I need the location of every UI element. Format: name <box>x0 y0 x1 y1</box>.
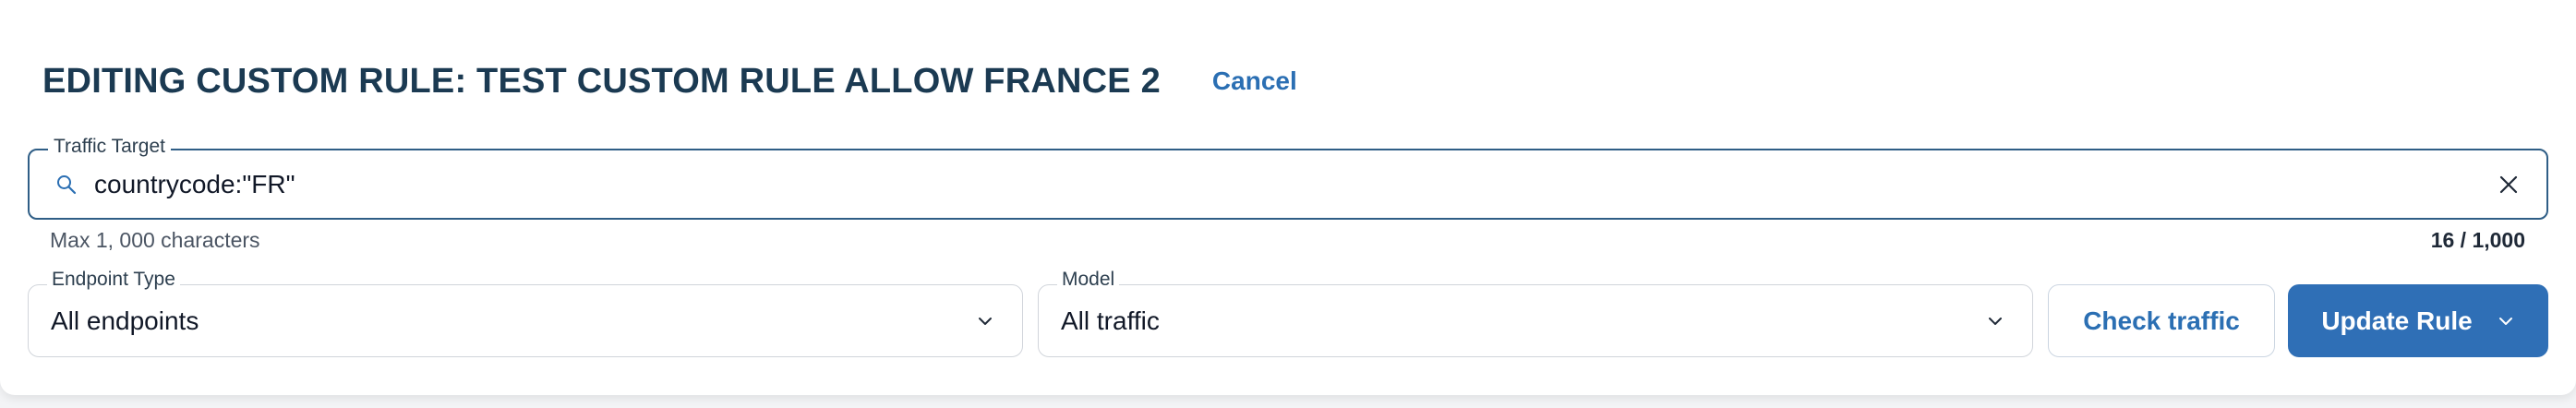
model-label: Model <box>1057 269 1120 291</box>
model-select[interactable]: Model All traffic <box>1038 269 2033 357</box>
update-rule-button[interactable]: Update Rule <box>2288 284 2548 357</box>
edit-rule-panel: EDITING CUSTOM RULE: TEST CUSTOM RULE AL… <box>0 0 2576 395</box>
close-icon[interactable] <box>2495 171 2522 198</box>
endpoint-type-value: All endpoints <box>51 306 199 335</box>
search-icon <box>55 171 83 198</box>
model-value: All traffic <box>1061 306 1160 335</box>
check-traffic-button[interactable]: Check traffic <box>2048 284 2275 357</box>
cancel-link[interactable]: Cancel <box>1212 66 1297 96</box>
character-limit-helper: Max 1, 000 characters <box>50 228 260 252</box>
chevron-down-icon <box>2497 312 2515 330</box>
chevron-down-icon <box>1982 308 2008 334</box>
update-rule-label: Update Rule <box>2321 306 2473 335</box>
chevron-down-icon <box>972 308 998 334</box>
endpoint-type-label: Endpoint Type <box>47 269 180 291</box>
check-traffic-label: Check traffic <box>2083 306 2240 335</box>
header: EDITING CUSTOM RULE: TEST CUSTOM RULE AL… <box>42 59 1297 103</box>
traffic-target-input[interactable] <box>94 169 2495 199</box>
page-title: EDITING CUSTOM RULE: TEST CUSTOM RULE AL… <box>42 61 1161 101</box>
endpoint-type-select[interactable]: Endpoint Type All endpoints <box>28 269 1023 357</box>
traffic-target-field[interactable]: Traffic Target <box>28 136 2548 220</box>
character-counter: 16 / 1,000 <box>2430 228 2525 252</box>
traffic-target-label: Traffic Target <box>48 136 171 158</box>
